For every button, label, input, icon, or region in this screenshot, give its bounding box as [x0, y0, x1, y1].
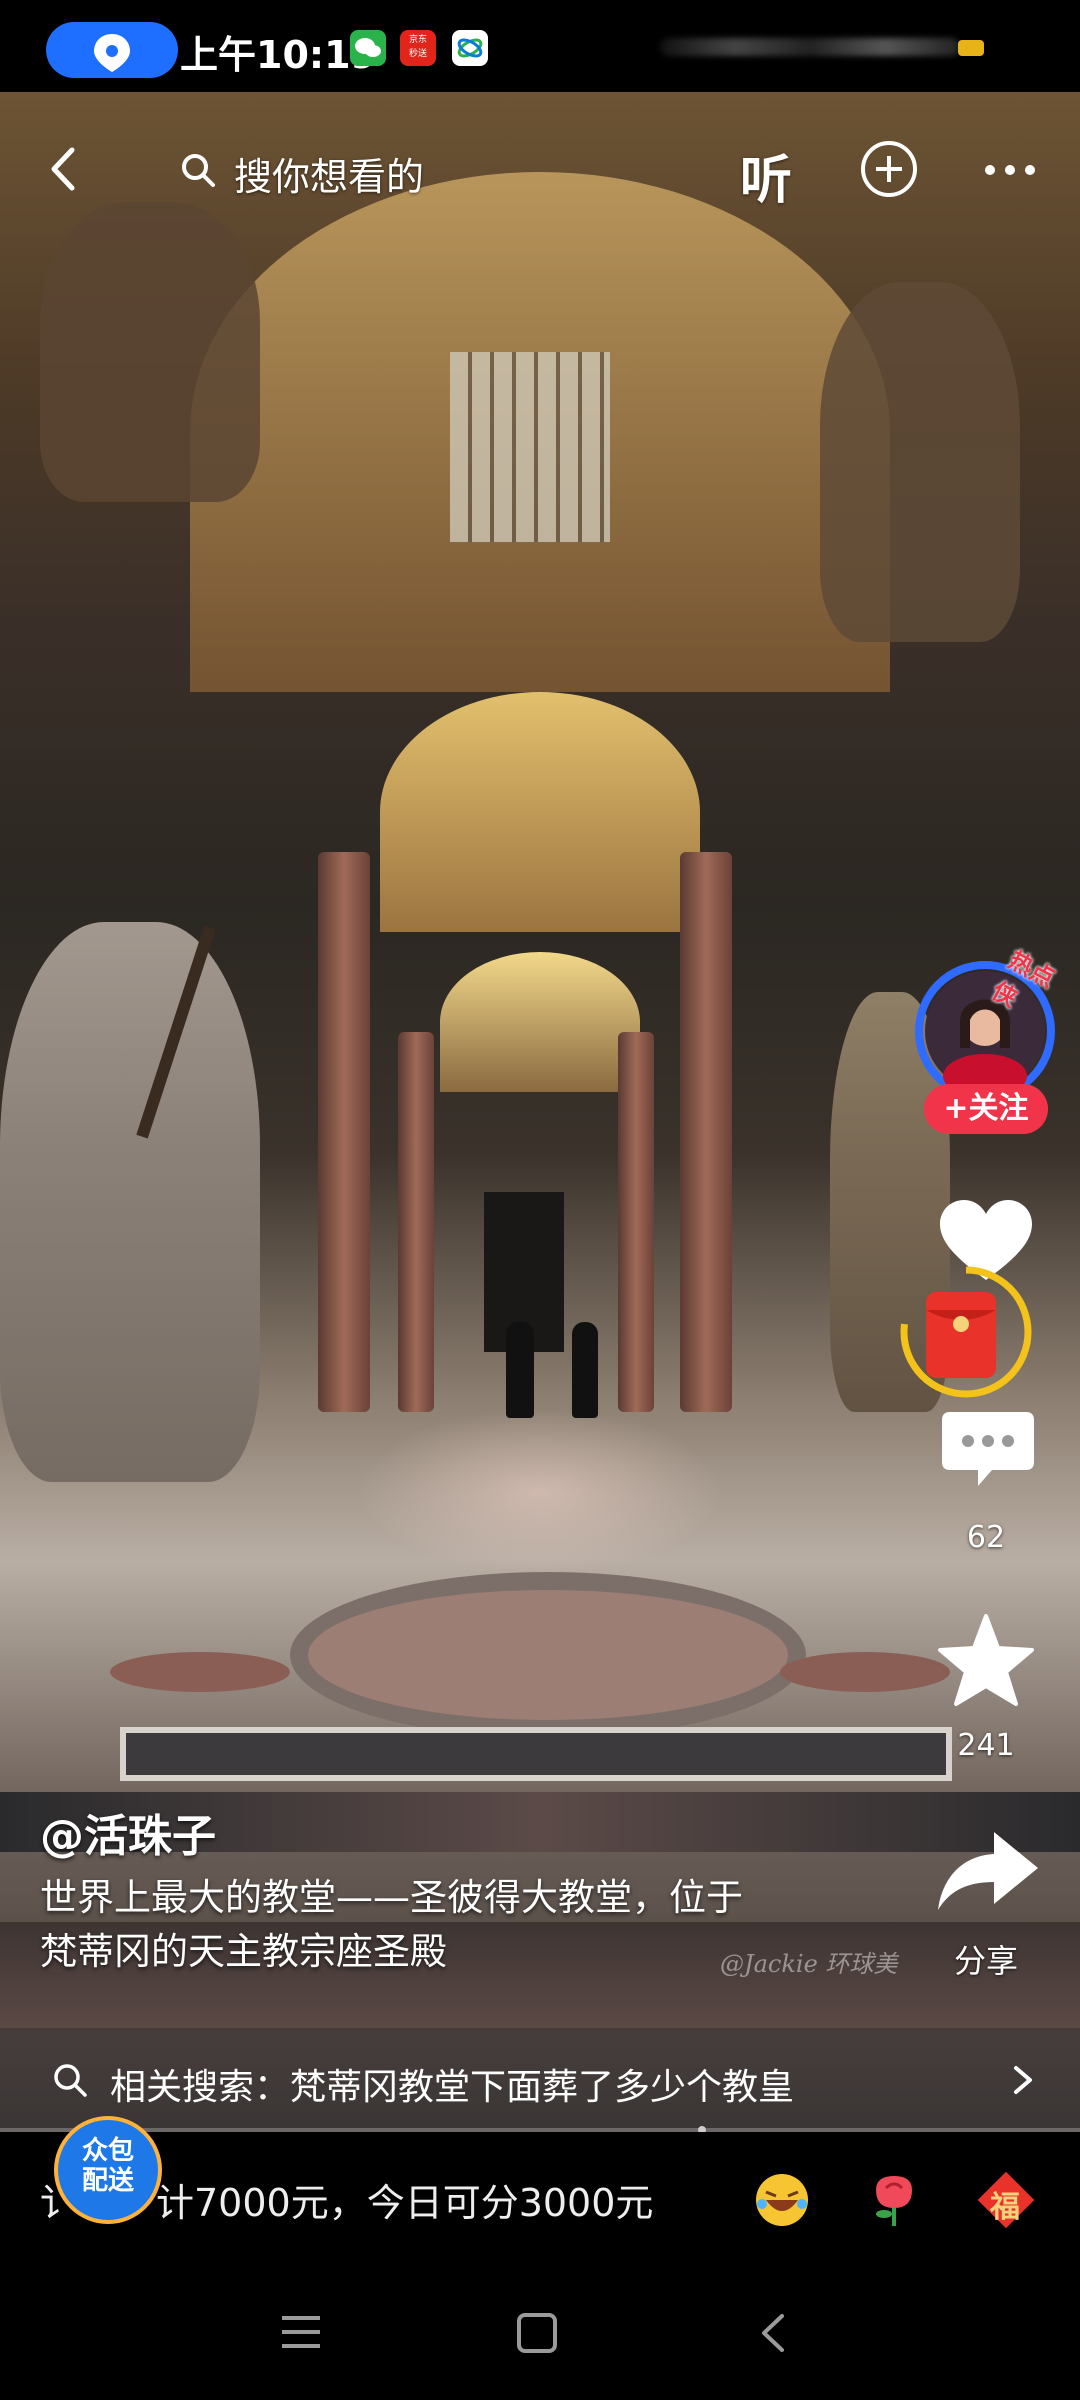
- share-label: 分享: [953, 1942, 1018, 1980]
- promo-text: 计7000元，今日可分3000元: [156, 2181, 654, 2225]
- laughing-emoji-icon[interactable]: [752, 2170, 812, 2230]
- battery-icon: [958, 40, 984, 56]
- pillar-left-2: [398, 1032, 434, 1412]
- status-icons-blurred: [660, 38, 960, 56]
- badge-line-2: 配送: [81, 2166, 134, 2196]
- chevron-right-icon: [1014, 2066, 1032, 2094]
- crowd-delivery-badge[interactable]: 众包 配送: [54, 2116, 162, 2224]
- creator-username[interactable]: @活珠子: [40, 1800, 216, 1864]
- plus-circle-icon: [861, 141, 917, 197]
- related-search-text: 相关搜索：梵蒂冈教堂下面葬了多少个教皇: [110, 2067, 795, 2108]
- location-indicator: [46, 22, 178, 78]
- floor-inlay-left: [110, 1652, 290, 1692]
- search-placeholder: 搜你想看的: [234, 155, 425, 199]
- statue-left-top: [40, 202, 260, 502]
- person-silhouette: [506, 1322, 534, 1418]
- listen-button[interactable]: 听: [740, 138, 792, 213]
- pillar-right-2: [618, 1032, 654, 1412]
- system-nav-bar: [0, 2268, 1080, 2400]
- follow-button[interactable]: +关注: [924, 1084, 1048, 1134]
- china-mobile-icon: [452, 30, 488, 66]
- menu-button[interactable]: [280, 2312, 322, 2352]
- star-icon: [938, 1614, 1034, 1706]
- status-time: 上午10:19: [180, 33, 377, 77]
- share-button[interactable]: [934, 1826, 1044, 1916]
- back-nav-button[interactable]: [756, 2312, 788, 2354]
- square-icon: [517, 2313, 557, 2353]
- comment-count: 62: [966, 1520, 1006, 1555]
- floor-band: [120, 1727, 952, 1781]
- back-triangle-icon: [762, 2314, 784, 2352]
- jd-delivery-icon: 京东 秒送: [400, 30, 436, 66]
- status-bar: 上午10:19 京东 秒送: [0, 0, 1080, 92]
- promo-bar[interactable]: 讠 计7000元，今日可分3000元 福: [0, 2132, 1080, 2268]
- far-arch: [440, 952, 640, 1092]
- floor-inlay-right: [780, 1652, 950, 1692]
- more-dots-icon: [985, 165, 1035, 175]
- related-search-bar[interactable]: 相关搜索：梵蒂冈教堂下面葬了多少个教皇: [0, 2028, 1080, 2132]
- search-bar[interactable]: 搜你想看的: [172, 140, 472, 200]
- share-arrow-icon: [938, 1832, 1038, 1910]
- person-silhouette: [572, 1322, 598, 1418]
- pillar-right-1: [680, 852, 732, 1412]
- chevron-left-icon: [51, 147, 75, 191]
- search-icon: [54, 2064, 87, 2097]
- comment-button[interactable]: [938, 1406, 1038, 1496]
- red-envelope-icon: [900, 1266, 1032, 1398]
- pillar-left-1: [318, 852, 370, 1412]
- floor-medallion: [290, 1572, 806, 1738]
- video-description-line1: 世界上最大的教堂——圣彼得大教堂，位于: [40, 1876, 743, 1919]
- add-button[interactable]: [858, 138, 920, 200]
- menu-icon: [282, 2316, 320, 2348]
- wechat-icon: [350, 30, 386, 66]
- middle-arch: [380, 692, 700, 932]
- location-pin-icon: [94, 34, 130, 72]
- badge-line-1: 众包: [81, 2136, 134, 2166]
- home-button[interactable]: [516, 2312, 558, 2354]
- statue-left-marble: [0, 922, 260, 1482]
- red-envelope-button[interactable]: [896, 1262, 1036, 1402]
- favorite-count: 241: [957, 1728, 1015, 1763]
- more-button[interactable]: [976, 150, 1046, 190]
- video-watermark: @Jackie 环球美: [720, 1950, 898, 1978]
- back-button[interactable]: [36, 136, 96, 202]
- comment-bubble-icon: [942, 1412, 1034, 1486]
- creator-avatar[interactable]: 热点侠: [912, 946, 1059, 1104]
- search-icon: [182, 154, 215, 187]
- favorite-button[interactable]: [936, 1612, 1036, 1708]
- ceiling-window: [450, 352, 610, 542]
- statue-right-top: [820, 282, 1020, 642]
- rose-emoji-icon[interactable]: [864, 2170, 924, 2230]
- video-description-line2: 梵蒂冈的天主教宗座圣殿: [40, 1930, 447, 1973]
- fu-emoji-icon[interactable]: 福: [976, 2170, 1036, 2230]
